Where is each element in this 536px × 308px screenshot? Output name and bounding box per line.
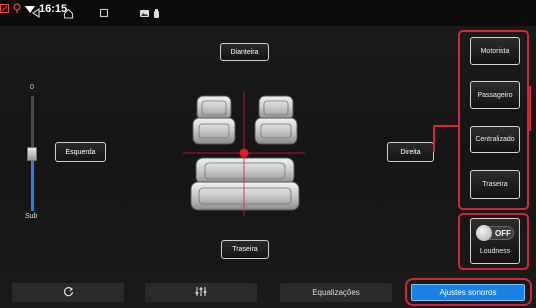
loudness-toggle-knob[interactable] — [476, 225, 492, 241]
sub-slider-handle[interactable] — [27, 146, 37, 161]
sub-max-label: 0 — [30, 84, 34, 91]
back-icon[interactable] — [28, 0, 44, 26]
car-seat-balance-map[interactable] — [183, 92, 305, 216]
reset-button[interactable] — [12, 283, 124, 302]
sound-settings-tab[interactable]: Ajustes sonoros — [411, 284, 525, 301]
reset-icon — [63, 286, 74, 299]
rear-balance-button[interactable]: Traseira — [221, 240, 269, 259]
status-indicators: 16:15 — [0, 0, 536, 18]
location-icon — [13, 0, 21, 18]
front-balance-button[interactable]: Dianteira — [220, 43, 269, 61]
left-balance-button[interactable]: Esquerda — [55, 142, 106, 162]
highlight-connector-left — [433, 125, 458, 127]
equalization-tab[interactable]: Equalizações — [280, 283, 392, 302]
image-notification-icon — [139, 0, 149, 26]
sub-slider-fill — [31, 153, 34, 211]
front-left-seat-icon — [192, 95, 236, 145]
zone-rear-button[interactable]: Traseira — [470, 170, 520, 199]
loudness-state: OFF — [495, 229, 511, 238]
balance-focus-point — [239, 148, 249, 158]
recent-apps-icon[interactable] — [96, 0, 112, 26]
status-bar: 16:15 — [0, 0, 536, 26]
zone-driver-button[interactable]: Motorista — [470, 37, 520, 65]
usb-icon — [152, 0, 160, 26]
sliders-icon — [195, 286, 207, 299]
loudness-label: Loudness — [479, 248, 511, 255]
right-balance-button[interactable]: Direita — [387, 142, 434, 162]
zone-centered-button[interactable]: Centralizado — [470, 126, 520, 153]
highlight-connector-left-vertical — [433, 125, 435, 152]
home-icon[interactable] — [60, 0, 76, 26]
rear-bench-seat-icon — [190, 157, 300, 211]
sub-slider-label: Sub — [25, 213, 38, 220]
sound-settings-screen: 16:15 Dianteira Traseira Esquerda Direit… — [0, 0, 536, 308]
loudness-button[interactable] — [470, 218, 520, 264]
highlight-connector — [529, 86, 531, 131]
front-right-seat-icon — [254, 95, 298, 145]
balance-fader-button[interactable] — [145, 283, 257, 302]
zone-passenger-button[interactable]: Passageiro — [470, 81, 520, 109]
parking-icon — [0, 0, 9, 18]
